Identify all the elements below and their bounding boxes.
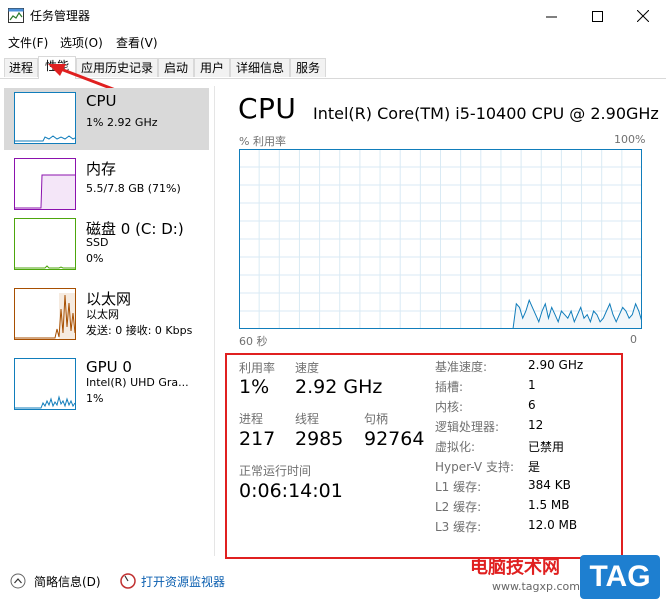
sidebar-item-cpu[interactable]: CPU 1% 2.92 GHz — [4, 88, 209, 150]
cpu-model-name: Intel(R) Core(TM) i5-10400 CPU @ 2.90GHz — [313, 104, 659, 123]
watermark-badge: TAG — [580, 555, 660, 599]
sidebar-item-label: 内存 — [86, 160, 117, 178]
close-button[interactable] — [620, 0, 666, 32]
window-title: 任务管理器 — [30, 9, 91, 23]
menu-view[interactable]: 查看(V) — [116, 34, 158, 51]
page-title: CPU — [238, 92, 297, 125]
menu-file[interactable]: 文件(F) — [8, 34, 48, 51]
tab-processes[interactable]: 进程 — [4, 58, 38, 77]
sidebar-item-detail: 1% 2.92 GHz — [86, 116, 158, 129]
sidebar: CPU 1% 2.92 GHz 内存 5.5/7.8 GB (71%) 磁盘 0… — [0, 86, 215, 556]
gpu-thumbnail — [14, 358, 76, 410]
minimize-button[interactable] — [528, 0, 574, 32]
sidebar-item-detail: 0% — [86, 252, 104, 265]
cpu-usage-graph — [239, 149, 642, 329]
sidebar-item-ethernet[interactable]: 以太网 以太网 发送: 0 接收: 0 Kbps — [4, 284, 209, 346]
sidebar-item-detail: SSD — [86, 236, 109, 249]
sidebar-item-memory[interactable]: 内存 5.5/7.8 GB (71%) — [4, 154, 209, 216]
graph-time-end: 0 — [630, 333, 637, 346]
sidebar-item-detail: Intel(R) UHD Gra... — [86, 376, 189, 389]
menu-bar: 文件(F) 选项(O) 查看(V) — [0, 32, 666, 52]
watermark-url: www.tagxp.com — [492, 580, 580, 593]
close-icon — [637, 10, 649, 22]
cpu-thumbnail — [14, 92, 76, 144]
maximize-icon — [591, 10, 603, 22]
memory-thumbnail — [14, 158, 76, 210]
menu-options[interactable]: 选项(O) — [60, 34, 103, 51]
tab-details[interactable]: 详细信息 — [230, 58, 290, 77]
chevron-up-icon[interactable] — [10, 573, 26, 589]
sidebar-item-detail: 5.5/7.8 GB (71%) — [86, 182, 181, 195]
sidebar-item-gpu[interactable]: GPU 0 Intel(R) UHD Gra... 1% — [4, 354, 209, 416]
graph-y-label: % 利用率 — [239, 135, 286, 148]
title-bar[interactable]: 任务管理器 — [0, 0, 666, 32]
maximize-button[interactable] — [574, 0, 620, 32]
ethernet-thumbnail — [14, 288, 76, 340]
sidebar-item-detail: 1% — [86, 392, 104, 405]
open-resource-monitor-link[interactable]: 打开资源监视器 — [141, 573, 225, 590]
highlight-box — [225, 353, 623, 559]
graph-y-max: 100% — [614, 133, 646, 146]
watermark-site-name: 电脑技术网 — [470, 557, 560, 578]
sidebar-item-detail: 以太网 — [86, 308, 119, 321]
sidebar-item-label: GPU 0 — [86, 358, 132, 376]
disk-thumbnail — [14, 218, 76, 270]
fewer-details-link[interactable]: 简略信息(D) — [34, 573, 101, 590]
sidebar-item-detail: 发送: 0 接收: 0 Kbps — [86, 324, 193, 337]
graph-grid — [239, 149, 642, 329]
resource-monitor-icon — [120, 573, 136, 589]
task-manager-icon — [8, 8, 24, 23]
minimize-icon — [545, 16, 557, 17]
sidebar-item-label: CPU — [86, 92, 117, 110]
tab-startup[interactable]: 启动 — [158, 58, 194, 77]
tab-services[interactable]: 服务 — [290, 58, 326, 77]
tab-users[interactable]: 用户 — [194, 58, 230, 77]
sidebar-item-disk[interactable]: 磁盘 0 (C: D:) SSD 0% — [4, 214, 209, 276]
graph-time-start: 60 秒 — [239, 335, 268, 348]
